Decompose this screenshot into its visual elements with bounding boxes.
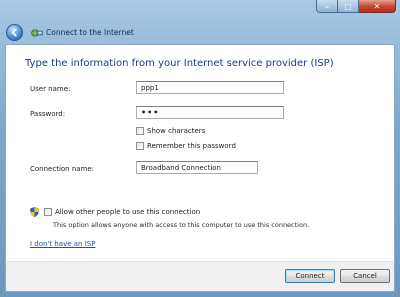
nav-bar: Connect to the Internet <box>6 24 134 41</box>
close-button[interactable]: ✕ <box>359 0 396 13</box>
wizard-footer <box>5 261 395 292</box>
window-frame: – □ ✕ Connect to the Internet Type the i… <box>0 0 400 297</box>
username-label: User name: <box>30 85 71 93</box>
remember-password-checkbox[interactable] <box>136 142 144 150</box>
wizard-title: Connect to the Internet <box>46 28 134 37</box>
connection-name-field[interactable] <box>136 161 258 174</box>
page-heading: Type the information from your Internet … <box>25 58 334 69</box>
allow-others-note: This option allows anyone with access to… <box>53 221 310 229</box>
allow-others-label: Allow other people to use this connectio… <box>55 208 201 216</box>
no-isp-link[interactable]: I don't have an ISP <box>30 240 95 248</box>
password-label: Password: <box>30 110 66 118</box>
minimize-button[interactable]: – <box>316 0 338 13</box>
connection-name-label: Connection name: <box>30 165 95 173</box>
window-controls: – □ ✕ <box>316 0 396 13</box>
wizard-content <box>5 44 395 262</box>
show-characters-checkbox[interactable] <box>136 127 144 135</box>
password-field[interactable] <box>136 106 284 119</box>
allow-others-checkbox[interactable] <box>44 208 52 216</box>
maximize-button[interactable]: □ <box>338 0 359 13</box>
cancel-button[interactable]: Cancel <box>340 269 390 283</box>
allow-others-option[interactable]: Allow other people to use this connectio… <box>44 208 200 216</box>
remember-password-label: Remember this password <box>147 142 236 150</box>
network-icon <box>31 28 43 37</box>
back-button[interactable] <box>6 24 23 41</box>
remember-password-option[interactable]: Remember this password <box>136 142 236 150</box>
connect-button[interactable]: Connect <box>285 269 335 283</box>
show-characters-option[interactable]: Show characters <box>136 127 205 135</box>
show-characters-label: Show characters <box>147 127 206 135</box>
back-arrow-icon <box>11 28 17 37</box>
uac-shield-icon <box>30 207 39 217</box>
username-field[interactable] <box>136 81 284 94</box>
